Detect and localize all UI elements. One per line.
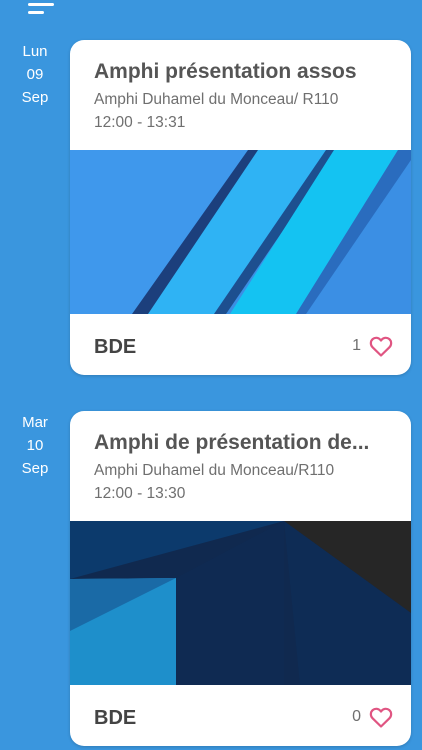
like-control[interactable]: 0 (352, 705, 393, 729)
date-month: Sep (21, 460, 49, 477)
event-organizer: BDE (94, 707, 137, 729)
event-time: 12:00 - 13:30 (94, 485, 186, 502)
date-day-name: Mar (22, 414, 48, 431)
like-count: 1 (352, 337, 361, 354)
event-title: Amphi présentation assos (94, 60, 357, 83)
date-day-number: 09 (26, 66, 44, 83)
event-title: Amphi de présentation de... (94, 431, 370, 454)
event-card[interactable]: Amphi présentation assos Amphi Duhamel d… (70, 40, 411, 375)
like-control[interactable]: 1 (352, 334, 393, 358)
event-organizer: BDE (94, 336, 137, 358)
event-banner-image (70, 521, 411, 685)
event-banner-image (70, 150, 411, 314)
event-location: Amphi Duhamel du Monceau/R110 (94, 462, 335, 479)
event-date: Lun 09 Sep (12, 40, 58, 109)
event-location: Amphi Duhamel du Monceau/ R110 (94, 91, 339, 108)
heart-outline-icon[interactable] (369, 706, 393, 728)
date-day-number: 10 (26, 437, 44, 454)
event-time: 12:00 - 13:31 (94, 114, 186, 131)
like-count: 0 (352, 708, 361, 725)
event-date: Mar 10 Sep (12, 411, 58, 480)
event-card[interactable]: Amphi de présentation de... Amphi Duhame… (70, 411, 411, 746)
date-day-name: Lun (22, 43, 48, 60)
date-month: Sep (21, 89, 49, 106)
hamburger-menu-icon[interactable] (28, 0, 56, 18)
heart-outline-icon[interactable] (369, 335, 393, 357)
